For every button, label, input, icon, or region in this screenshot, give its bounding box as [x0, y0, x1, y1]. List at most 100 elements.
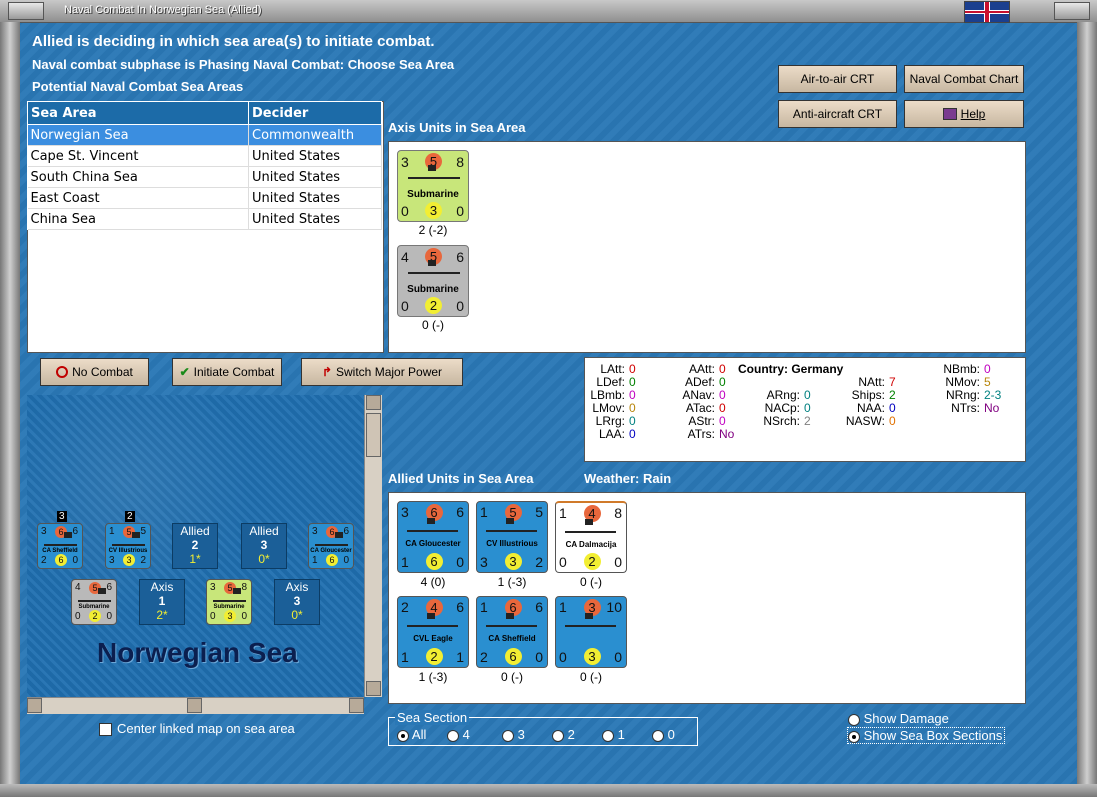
axis-unit-counter[interactable]: 3 5 8 Submarine 0 3 0: [397, 150, 469, 222]
allied-unit-counter[interactable]: 1 6 6 CA Sheffield 2 6 0: [476, 596, 548, 668]
sea-section-option[interactable]: 2: [552, 727, 575, 742]
sea-section-radio[interactable]: [502, 729, 514, 742]
uk-flag-icon: [964, 1, 1010, 23]
unit-stats-panel: Country: Germany LAtt: 0 LDef: 0 LBmb: 0 LMov:…: [584, 357, 1026, 462]
axis-units-title: Axis Units in Sea Area: [388, 120, 526, 135]
sea-area-cell: China Sea: [27, 208, 249, 230]
stat-value: 0: [629, 401, 636, 415]
table-row[interactable]: Norwegian Sea Commonwealth: [27, 124, 382, 146]
table-row[interactable]: China Sea United States: [27, 208, 382, 230]
show-sea-box-radio[interactable]: [848, 730, 860, 743]
unit-name: Submarine: [78, 603, 110, 610]
unit-stat: 0: [559, 649, 567, 665]
map-unit-counter[interactable]: 3 6 6 CA Sheffield 2 6 0: [37, 523, 83, 569]
unit-stat: 1: [312, 555, 318, 566]
unit-stat: 4: [401, 249, 409, 265]
warship-icon: [564, 612, 617, 627]
initiate-combat-button[interactable]: ✔ Initiate Combat: [172, 358, 282, 386]
table-row[interactable]: South China Sea United States: [27, 166, 382, 188]
anti-aircraft-crt-button[interactable]: Anti-aircraft CRT: [778, 100, 897, 128]
sea-section-option[interactable]: All: [397, 727, 426, 742]
column-header-sea-area[interactable]: Sea Area: [27, 101, 249, 125]
column-header-decider[interactable]: Decider: [248, 101, 382, 125]
allied-unit-counter[interactable]: 1 3 10 0 3 0: [555, 596, 627, 668]
unit-name: CA Sheffield: [42, 547, 78, 554]
show-sea-box-option[interactable]: Show Sea Box Sections: [846, 727, 1006, 744]
submarine-icon: [408, 165, 460, 179]
sea-box-section[interactable]: Allied 3 0*: [241, 523, 287, 569]
sea-section-option[interactable]: 4: [447, 727, 470, 742]
unit-stat: 2: [480, 649, 488, 665]
show-sea-box-label: Show Sea Box Sections: [863, 728, 1003, 743]
axis-unit-counter[interactable]: 4 5 6 Submarine 0 2 0: [397, 245, 469, 317]
naval-combat-chart-button[interactable]: Naval Combat Chart: [904, 65, 1024, 93]
show-damage-option[interactable]: Show Damage: [848, 711, 949, 726]
sea-box-number: 1: [158, 594, 166, 608]
sea-section-option[interactable]: 0: [652, 727, 675, 742]
unit-stat: 2: [41, 555, 47, 566]
scroll-thumb[interactable]: [187, 698, 202, 713]
stat-value: 0: [804, 401, 811, 415]
sea-box-value: 0*: [258, 552, 270, 566]
subphase-message: Naval combat subphase is Phasing Naval C…: [32, 57, 455, 72]
sea-section-radio[interactable]: [652, 729, 664, 742]
sea-section-radio[interactable]: [552, 729, 564, 742]
sea-section-radio[interactable]: [397, 729, 409, 742]
unit-stat: 0: [241, 611, 247, 622]
stat-key: AAtt:: [688, 362, 715, 376]
center-linked-map-checkbox[interactable]: [99, 723, 112, 736]
show-damage-radio[interactable]: [848, 713, 860, 726]
sea-box-section[interactable]: Axis 3 0*: [274, 579, 320, 625]
scroll-right-button[interactable]: [349, 698, 364, 713]
map-horizontal-scrollbar[interactable]: [27, 697, 364, 714]
allied-unit-counter[interactable]: 3 6 6 CA Gloucester 1 6 0: [397, 501, 469, 573]
allied-unit-counter[interactable]: 1 5 5 CV Illustrious 3 3 2: [476, 501, 548, 573]
map-unit-counter[interactable]: 4 5 6 Submarine 0 2 0: [71, 579, 117, 625]
stat-value: 0: [719, 414, 726, 428]
no-combat-button[interactable]: No Combat: [40, 358, 149, 386]
unit-stat: 3: [480, 554, 488, 570]
window-title: Naval Combat In Norwegian Sea (Allied): [64, 4, 262, 16]
stat-value: 0: [719, 375, 726, 389]
unit-stat: 0: [72, 555, 78, 566]
scroll-up-button[interactable]: [366, 395, 381, 410]
scroll-down-button[interactable]: [366, 681, 381, 696]
table-row[interactable]: East Coast United States: [27, 187, 382, 209]
table-row[interactable]: Cape St. Vincent United States: [27, 145, 382, 167]
unit-stat: 1: [109, 526, 115, 537]
sea-section-option[interactable]: 3: [502, 727, 525, 742]
unit-stat: 0: [456, 298, 464, 314]
close-window-button[interactable]: [1054, 2, 1090, 20]
unit-caption: 1 (-3): [497, 575, 527, 589]
switch-major-power-button[interactable]: ↱ Switch Major Power: [301, 358, 463, 386]
unit-stat: 2: [535, 554, 543, 570]
scroll-thumb[interactable]: [366, 413, 381, 457]
stat-key: NRng:: [945, 388, 980, 402]
allied-unit-counter[interactable]: 1 4 8 CA Dalmacija 0 2 0: [555, 501, 627, 573]
unit-name: CA Sheffield: [488, 634, 536, 644]
map-unit-counter[interactable]: 3 6 6 CA Gloucester 1 6 0: [308, 523, 354, 569]
sea-section-radio[interactable]: [602, 729, 614, 742]
air-to-air-crt-button[interactable]: Air-to-air CRT: [778, 65, 897, 93]
sea-section-option[interactable]: 1: [602, 727, 625, 742]
unit-stat: 3: [425, 202, 442, 219]
map-unit-counter[interactable]: 3 5 8 Submarine 0 3 0: [206, 579, 252, 625]
stat-key: ANav:: [682, 388, 715, 402]
system-menu-button[interactable]: [8, 2, 44, 20]
book-icon: [942, 108, 957, 120]
sea-box-side: Axis: [285, 580, 309, 594]
help-button[interactable]: Help: [904, 100, 1024, 128]
scroll-left-button[interactable]: [27, 698, 42, 713]
stat-value: 2-3: [984, 388, 1002, 402]
stat-key: NBmb:: [943, 362, 980, 376]
stat-value: 2: [889, 388, 896, 402]
map-unit-counter[interactable]: 1 5 5 CV Illustrious 3 3 2: [105, 523, 151, 569]
sea-box-section[interactable]: Axis 1 2*: [139, 579, 185, 625]
sea-section-radio[interactable]: [447, 729, 459, 742]
map-vertical-scrollbar[interactable]: [364, 395, 382, 697]
sea-area-map[interactable]: 3 6 6 CA Sheffield 2 6 0 3 1 5 5 CV Illustrious 3 3 2 2…: [27, 395, 364, 697]
allied-unit-counter[interactable]: 2 4 6 CVL Eagle 1 2 1: [397, 596, 469, 668]
stat-value: 5: [984, 375, 991, 389]
stat-key: LRrg:: [595, 414, 625, 428]
sea-box-section[interactable]: Allied 2 1*: [172, 523, 218, 569]
